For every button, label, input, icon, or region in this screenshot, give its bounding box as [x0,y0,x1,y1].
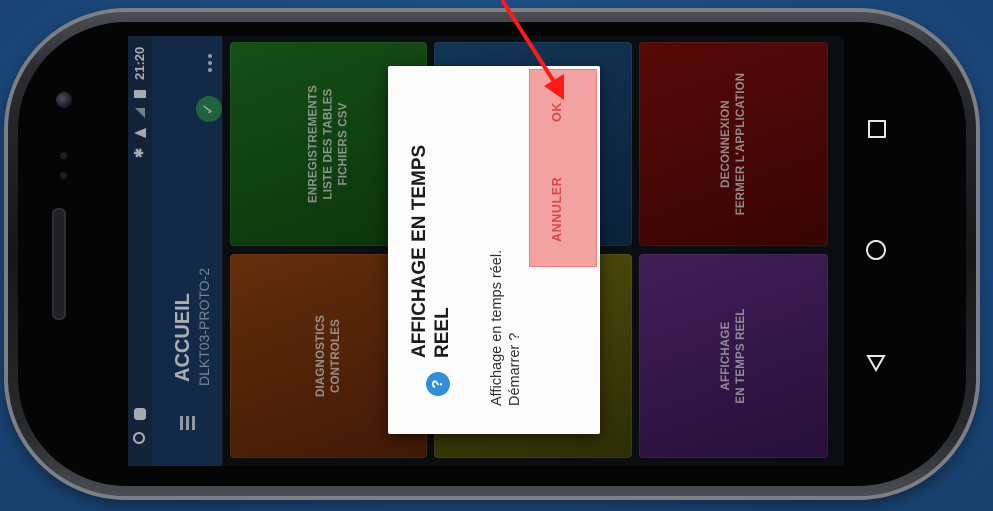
sensor-icon [60,172,67,179]
dialog-title: AFFICHAGE EN TEMPS REEL [409,144,453,358]
confirm-dialog: ? AFFICHAGE EN TEMPS REEL Affichage en t… [388,66,600,434]
nav-back-icon[interactable] [866,354,886,372]
dialog-message: Affichage en temps réel. Démarrer ? [489,249,523,406]
speaker-grille [52,208,66,320]
cancel-button[interactable]: ANNULER [550,177,564,242]
sensor-icon [60,152,67,159]
android-nav-bar [844,36,904,466]
camera-icon [56,92,72,108]
help-icon: ? [426,372,450,396]
nav-recents-icon[interactable] [868,120,886,138]
annotation-arrow [500,0,564,100]
nav-home-icon[interactable] [866,240,886,260]
